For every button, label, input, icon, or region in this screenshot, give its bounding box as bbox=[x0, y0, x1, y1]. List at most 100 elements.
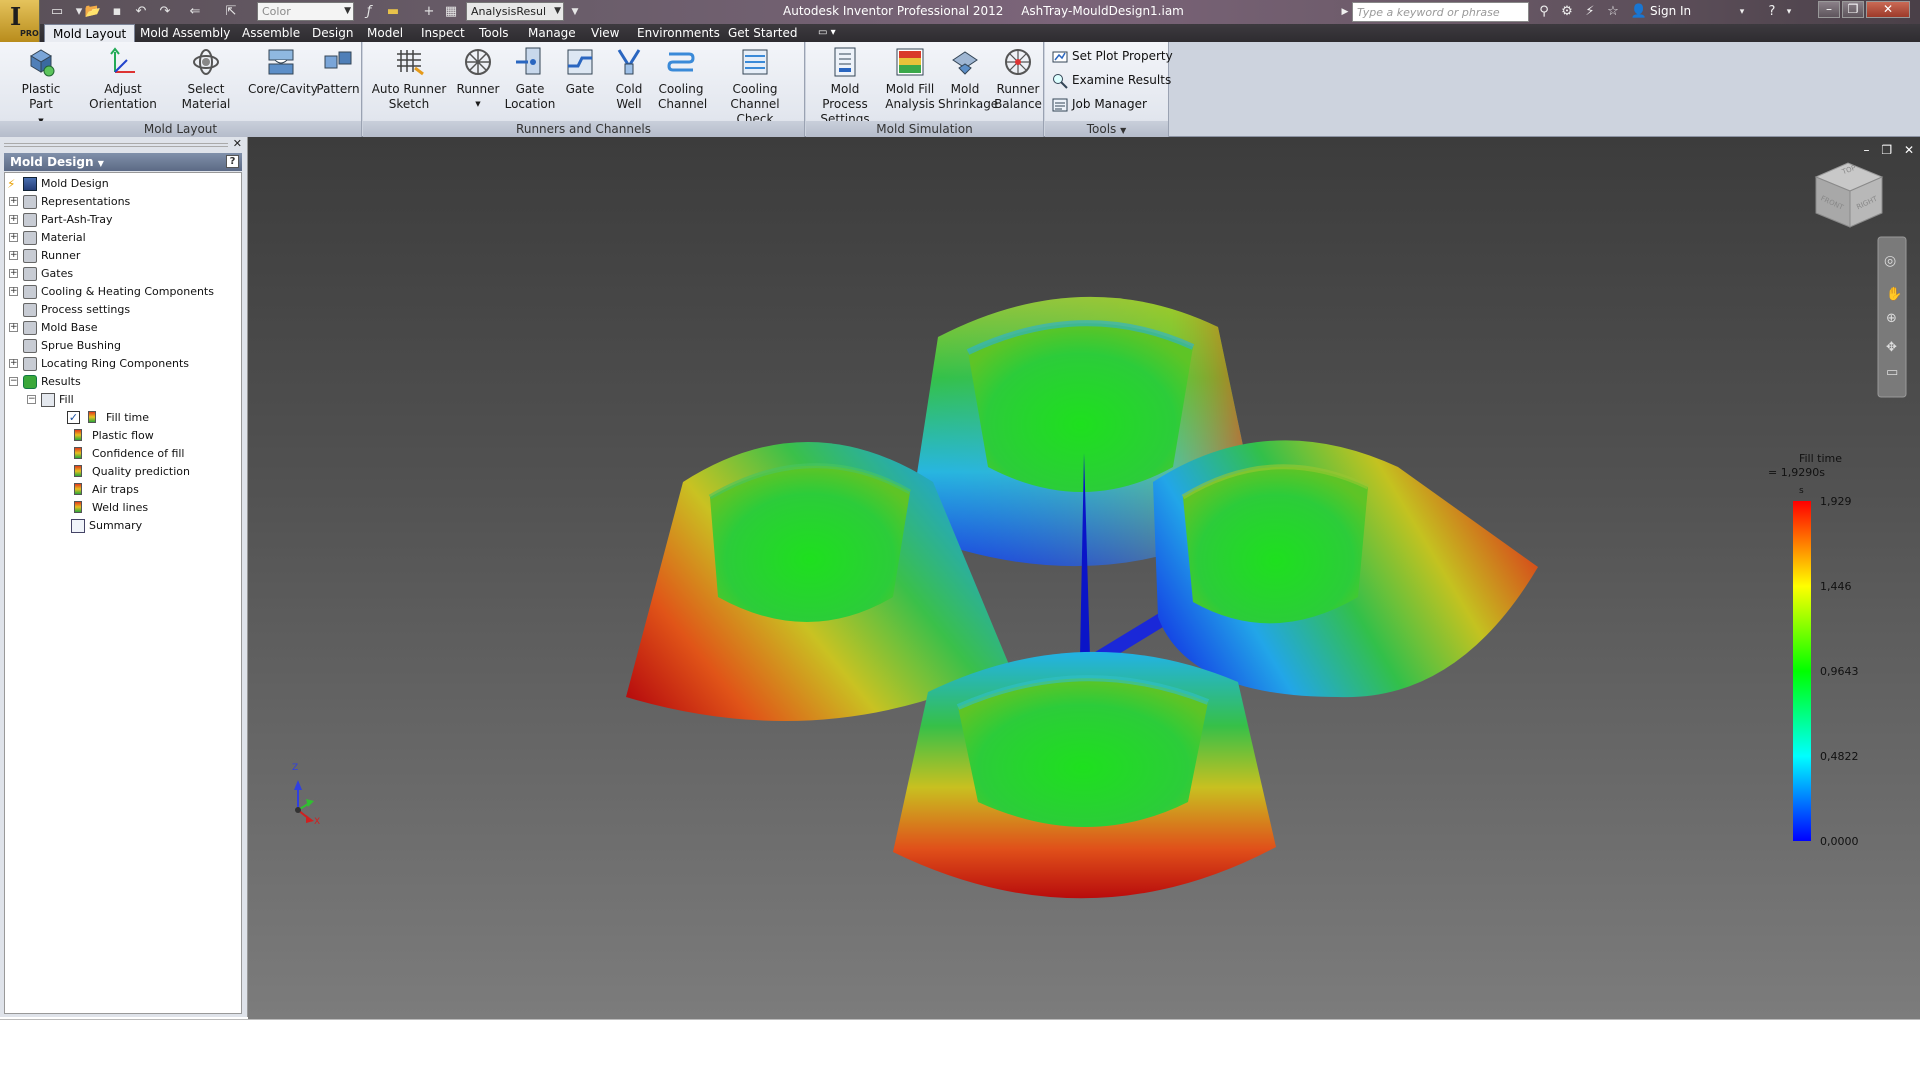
tree-node[interactable]: + Material bbox=[5, 229, 241, 247]
tab-inspect[interactable]: Inspect bbox=[413, 24, 473, 42]
undo-icon[interactable]: ↶ bbox=[132, 3, 150, 21]
tree-node[interactable]: Weld lines bbox=[5, 499, 241, 517]
browser-grip[interactable]: ✕ bbox=[4, 137, 242, 151]
expand-icon[interactable]: + bbox=[9, 323, 18, 332]
restore-window-button[interactable]: ❐ bbox=[1842, 1, 1864, 18]
tree-node[interactable]: ✓ Fill time bbox=[5, 409, 241, 427]
expand-icon[interactable]: + bbox=[9, 287, 18, 296]
tree-node[interactable]: ⚡ Mold Design bbox=[5, 175, 241, 193]
expand-icon[interactable]: + bbox=[9, 215, 18, 224]
select-material-button[interactable]: Select Material bbox=[165, 44, 247, 120]
chevron-down-icon[interactable]: ▾ bbox=[1733, 3, 1751, 21]
tab-environments[interactable]: Environments bbox=[629, 24, 728, 42]
cooling-channel-button[interactable]: Cooling Channel bbox=[658, 44, 707, 120]
tab-manage[interactable]: Manage bbox=[520, 24, 584, 42]
return-icon[interactable]: ⇐ bbox=[186, 3, 204, 21]
subscription-icon[interactable]: ⚙ bbox=[1558, 3, 1576, 21]
ribbon-options-icon[interactable]: ▭ ▾ bbox=[810, 24, 844, 42]
zoom-icon[interactable]: ⊕ bbox=[1886, 311, 1897, 326]
auto-runner-sketch-button[interactable]: Auto Runner Sketch bbox=[363, 44, 455, 120]
tree-node[interactable]: Plastic flow bbox=[5, 427, 241, 445]
tree-node[interactable]: Process settings bbox=[5, 301, 241, 319]
new-file-icon[interactable]: ▭ bbox=[48, 3, 66, 21]
select-icon[interactable]: ⇱ bbox=[222, 3, 240, 21]
pattern-button[interactable]: Pattern bbox=[316, 44, 360, 120]
browser-header[interactable]: Mold Design ▼ ? bbox=[4, 153, 242, 171]
tab-view[interactable]: View bbox=[583, 24, 627, 42]
sign-in-link[interactable]: Sign In bbox=[1650, 4, 1691, 18]
tree-node[interactable]: − Fill bbox=[5, 391, 241, 409]
tab-mold-assembly[interactable]: Mold Assembly bbox=[132, 24, 238, 42]
mold-process-settings-button[interactable]: Mold Process Settings bbox=[808, 44, 882, 126]
look-at-icon[interactable]: ▭ bbox=[1886, 365, 1898, 380]
help-icon[interactable]: ? bbox=[1763, 3, 1781, 21]
panel-title-tools[interactable]: Tools ▼ bbox=[1045, 121, 1168, 137]
tree-node[interactable]: Confidence of fill bbox=[5, 445, 241, 463]
binoculars-icon[interactable]: ⚲ bbox=[1535, 3, 1553, 21]
tab-design[interactable]: Design bbox=[304, 24, 361, 42]
tree-node[interactable]: − Results bbox=[5, 373, 241, 391]
tree-node[interactable]: + Runner bbox=[5, 247, 241, 265]
tree-node[interactable]: Sprue Bushing bbox=[5, 337, 241, 355]
tab-assemble[interactable]: Assemble bbox=[234, 24, 308, 42]
gate-button[interactable]: Gate bbox=[560, 44, 600, 120]
result-visibility-checkbox[interactable]: ✓ bbox=[67, 411, 80, 424]
graphics-viewport[interactable]: – ❐ ✕ Fill time = 1,9290s s 1,929 1,446 … bbox=[248, 137, 1920, 1019]
tree-node[interactable]: Quality prediction bbox=[5, 463, 241, 481]
tab-model[interactable]: Model bbox=[359, 24, 411, 42]
tab-mold-layout[interactable]: Mold Layout bbox=[44, 24, 136, 42]
tree-node[interactable]: + Locating Ring Components bbox=[5, 355, 241, 373]
pan-icon[interactable]: ✋ bbox=[1886, 287, 1902, 302]
color-combo[interactable]: Color ▼ bbox=[257, 2, 354, 21]
expand-icon[interactable]: + bbox=[9, 233, 18, 242]
steering-wheel-icon[interactable]: ◎ bbox=[1884, 253, 1896, 269]
runner-button[interactable]: Runner ▼ bbox=[456, 44, 500, 120]
gate-location-button[interactable]: Gate Location bbox=[503, 44, 557, 120]
job-manager-button[interactable]: Job Manager bbox=[1052, 94, 1147, 114]
line-weight-icon[interactable]: ▬ bbox=[384, 3, 402, 21]
redo-icon[interactable]: ↷ bbox=[156, 3, 174, 21]
tree-node[interactable]: + Cooling & Heating Components bbox=[5, 283, 241, 301]
cooling-channel-check-button[interactable]: Cooling Channel Check bbox=[707, 44, 803, 126]
collapse-icon[interactable]: − bbox=[9, 377, 18, 386]
plastic-part-button[interactable]: Plastic Part ▼ bbox=[8, 44, 74, 125]
save-icon[interactable]: ▪ bbox=[108, 3, 126, 21]
adjust-orientation-button[interactable]: Adjust Orientation bbox=[84, 44, 162, 120]
close-window-button[interactable]: ✕ bbox=[1866, 1, 1910, 18]
examine-results-button[interactable]: Examine Results bbox=[1052, 70, 1171, 90]
tree-node[interactable]: Air traps bbox=[5, 481, 241, 499]
runner-balance-button[interactable]: Runner Balance bbox=[994, 44, 1042, 120]
close-icon[interactable]: ✕ bbox=[233, 137, 242, 150]
help-icon[interactable]: ? bbox=[226, 155, 239, 168]
communication-center-icon[interactable]: ⚡ bbox=[1581, 3, 1599, 21]
analysis-combo[interactable]: AnalysisResul ▼ bbox=[466, 2, 564, 21]
set-plot-property-button[interactable]: Set Plot Property bbox=[1052, 46, 1173, 66]
tree-node[interactable]: + Gates bbox=[5, 265, 241, 283]
tab-tools[interactable]: Tools bbox=[471, 24, 517, 42]
application-menu-button[interactable]: I PRO bbox=[0, 0, 40, 42]
tab-get-started[interactable]: Get Started bbox=[720, 24, 806, 42]
measure-icon[interactable]: ▦ bbox=[442, 3, 460, 21]
expand-icon[interactable]: + bbox=[9, 197, 18, 206]
mold-fill-analysis-button[interactable]: Mold Fill Analysis bbox=[884, 44, 936, 120]
expand-icon[interactable]: + bbox=[9, 251, 18, 260]
open-file-icon[interactable]: 📂 bbox=[84, 3, 102, 21]
expand-icon[interactable]: + bbox=[9, 359, 18, 368]
help-search-input[interactable]: Type a keyword or phrase bbox=[1352, 2, 1529, 22]
mold-shrinkage-button[interactable]: Mold Shrinkage bbox=[938, 44, 998, 120]
favorites-star-icon[interactable]: ☆ bbox=[1604, 3, 1622, 21]
tree-node[interactable]: Summary bbox=[5, 517, 241, 535]
tree-node[interactable]: + Representations bbox=[5, 193, 241, 211]
expand-icon[interactable]: + bbox=[9, 269, 18, 278]
cold-well-button[interactable]: Cold Well bbox=[603, 44, 655, 120]
minimize-window-button[interactable]: – bbox=[1818, 1, 1840, 18]
formula-icon[interactable]: ƒ bbox=[360, 3, 378, 21]
collapse-icon[interactable]: − bbox=[27, 395, 36, 404]
orbit-icon[interactable]: ✥ bbox=[1886, 340, 1897, 355]
add-icon[interactable]: + bbox=[420, 3, 438, 21]
tree-node[interactable]: + Part-Ash-Tray bbox=[5, 211, 241, 229]
core-cavity-button[interactable]: Core/Cavity bbox=[248, 44, 318, 120]
qat-customize-icon[interactable]: ▼ bbox=[566, 3, 584, 21]
tree-node[interactable]: + Mold Base bbox=[5, 319, 241, 337]
chevron-down-icon[interactable]: ▾ bbox=[1780, 3, 1798, 21]
